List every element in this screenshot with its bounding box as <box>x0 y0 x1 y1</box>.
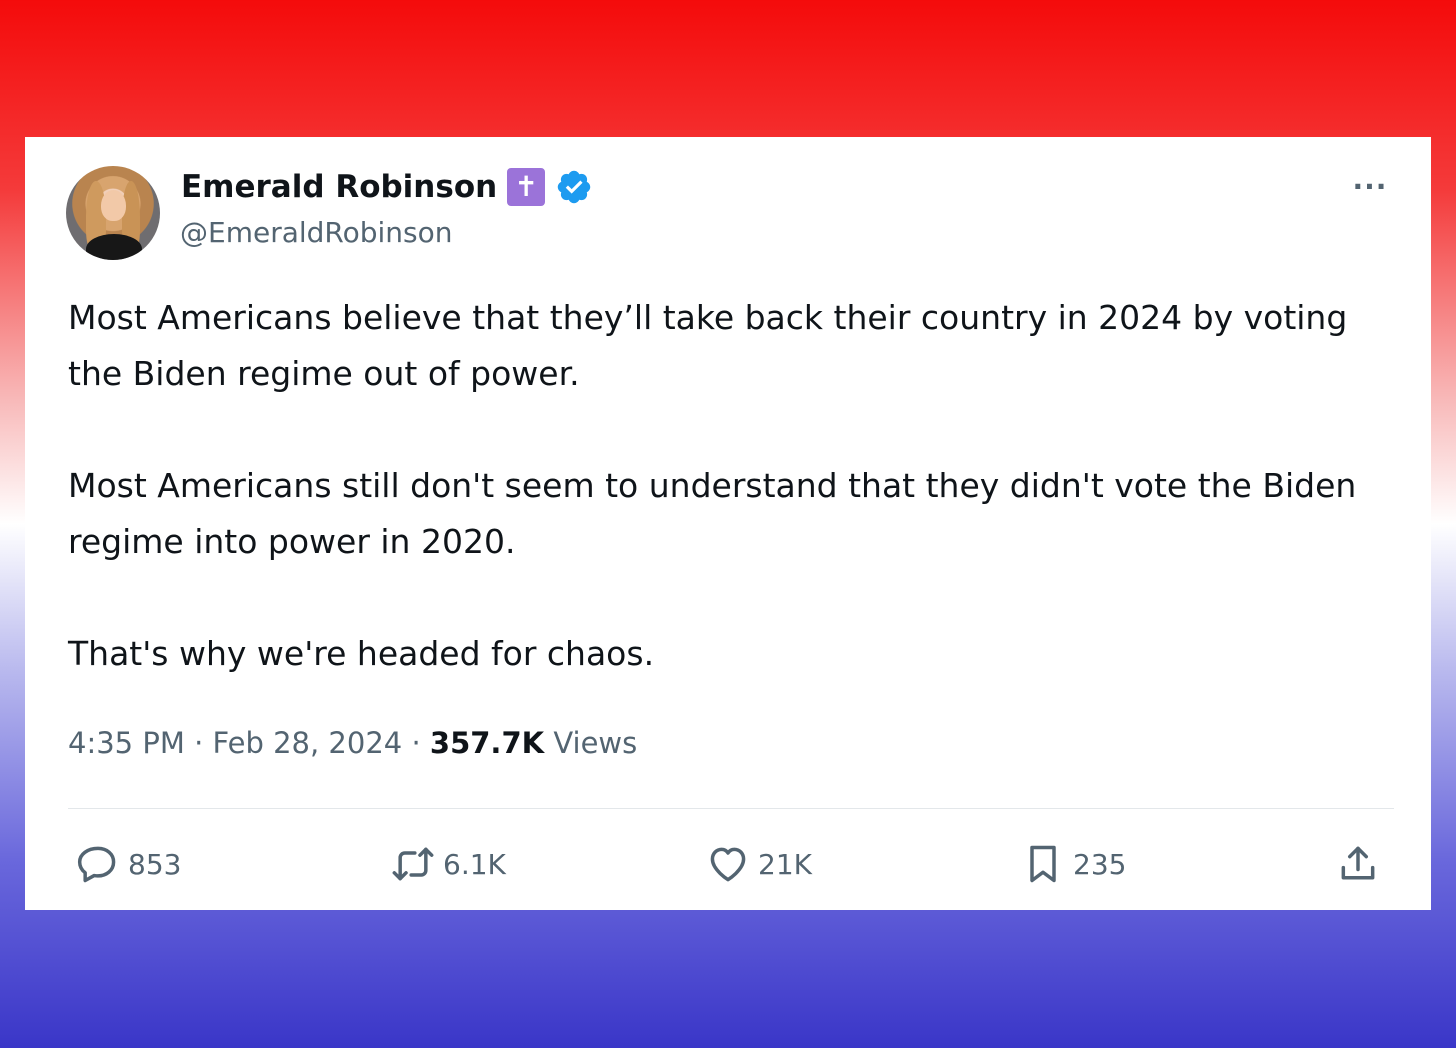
heart-icon <box>710 847 746 882</box>
bookmark-button[interactable]: 235 <box>1021 836 1126 892</box>
repost-count: 6.1K <box>443 847 506 881</box>
tweet-paragraph: Most Americans believe that they’ll take… <box>68 298 1348 393</box>
avatar-shirt <box>86 234 142 260</box>
reply-count: 853 <box>128 847 182 881</box>
share-icon <box>1341 846 1375 880</box>
views-count: 357.7K <box>429 726 545 760</box>
verified-badge-icon <box>557 170 591 204</box>
tweet-text: Most Americans believe that they’ll take… <box>68 290 1378 682</box>
avatar-face <box>101 190 126 221</box>
tweet-meta: 4:35 PM · Feb 28, 2024 · 357.7K Views <box>68 726 637 760</box>
tweet-time[interactable]: 4:35 PM <box>68 726 185 760</box>
like-button[interactable]: 21K <box>706 836 812 892</box>
author-handle[interactable]: @EmeraldRobinson <box>180 216 453 249</box>
tweet-paragraph: That's why we're headed for chaos. <box>68 634 655 673</box>
repost-icon <box>392 847 434 881</box>
repost-button[interactable]: 6.1K <box>391 836 506 892</box>
views-label: Views <box>553 726 638 760</box>
like-count: 21K <box>758 847 812 881</box>
meta-separator: · <box>194 726 204 760</box>
more-options-icon[interactable]: ··· <box>1350 170 1390 203</box>
share-button[interactable] <box>1336 836 1380 892</box>
reply-icon <box>77 846 116 883</box>
cross-badge-icon: ✝ <box>507 168 546 206</box>
author-name-row[interactable]: Emerald Robinson ✝ <box>181 167 593 207</box>
reply-button[interactable]: 853 <box>76 836 181 892</box>
tweet-date[interactable]: Feb 28, 2024 <box>213 726 403 760</box>
avatar[interactable] <box>66 166 160 260</box>
author-name[interactable]: Emerald Robinson <box>181 169 497 205</box>
bookmark-icon <box>1030 845 1056 883</box>
divider <box>68 808 1394 809</box>
tweet-paragraph: Most Americans still don't seem to under… <box>68 466 1357 561</box>
bookmark-count: 235 <box>1073 847 1127 881</box>
action-bar: 853 6.1K 21K 235 <box>66 836 1396 892</box>
meta-separator: · <box>411 726 421 760</box>
